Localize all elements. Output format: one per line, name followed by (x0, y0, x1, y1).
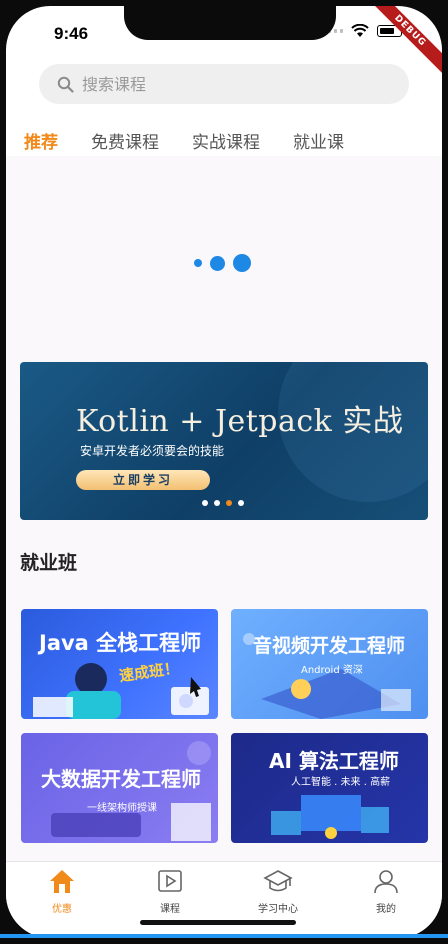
banner-subtitle: 安卓开发者必须要会的技能 (80, 444, 225, 458)
loading-indicator (194, 254, 251, 272)
user-icon (374, 870, 398, 894)
course-card-ai[interactable]: AI 算法工程师 人工智能 . 未来 . 高薪 (231, 733, 428, 843)
banner-title: Kotlin + Jetpack 实战 (76, 404, 404, 439)
nav-item-courses[interactable]: 课程 (130, 868, 210, 915)
search-input[interactable] (80, 73, 384, 95)
status-icons (322, 24, 405, 38)
card-title: Java 全栈工程师 (39, 631, 202, 655)
category-tabs: 推荐 免费课程 实战课程 就业课 (6, 124, 442, 160)
nav-label: 课程 (160, 904, 180, 915)
search-bar[interactable] (39, 64, 409, 104)
section-title: 就业班 (20, 552, 78, 574)
tab-recommended[interactable]: 推荐 (24, 128, 58, 160)
screen-edge-line (0, 934, 448, 938)
nav-label: 我的 (376, 904, 396, 915)
status-time: 9:46 (54, 24, 89, 43)
card-title: 大数据开发工程师 (41, 767, 201, 791)
card-title: AI 算法工程师 (269, 749, 399, 773)
home-indicator[interactable] (140, 920, 296, 925)
content-area: Kotlin + Jetpack 实战 安卓开发者必须要会的技能 立即学习 就业… (6, 156, 442, 861)
home-icon (50, 870, 74, 893)
carousel-indicator (202, 500, 244, 506)
nav-item-learning-center[interactable]: 学习中心 (238, 868, 318, 915)
card-subtitle: 人工智能 . 未来 . 高薪 (291, 777, 391, 788)
play-icon (158, 870, 182, 892)
card-subtitle: 一线架构师授课 (87, 803, 157, 814)
graduation-cap-icon (263, 870, 293, 892)
app-screen: 9:46 DEBUG 推荐 免费课程 实战课程 就业课 (6, 6, 442, 938)
course-card-bigdata[interactable]: 大数据开发工程师 一线架构师授课 (21, 733, 218, 843)
device-notch (124, 6, 336, 40)
tab-employment-courses[interactable]: 就业课 (293, 128, 344, 153)
bottom-navigation: 优惠 课程 学习中心 我的 (6, 861, 442, 938)
nav-label: 优惠 (52, 904, 72, 915)
search-icon (57, 76, 74, 93)
card-subtitle: Android 资深 (301, 665, 363, 676)
tab-practical-courses[interactable]: 实战课程 (192, 128, 260, 153)
learn-now-button[interactable]: 立即学习 (76, 470, 210, 490)
card-title: 音视频开发工程师 (253, 635, 406, 657)
nav-item-discounts[interactable]: 优惠 (22, 868, 102, 915)
tab-free-courses[interactable]: 免费课程 (91, 128, 159, 153)
course-card-av[interactable]: 音视频开发工程师 Android 资深 (231, 609, 428, 719)
nav-item-profile[interactable]: 我的 (346, 868, 426, 915)
wifi-icon (351, 24, 369, 37)
nav-label: 学习中心 (258, 904, 298, 915)
promo-banner[interactable]: Kotlin + Jetpack 实战 安卓开发者必须要会的技能 立即学习 (20, 362, 428, 520)
course-card-java[interactable]: Java 全栈工程师 速成班！ (21, 609, 218, 719)
